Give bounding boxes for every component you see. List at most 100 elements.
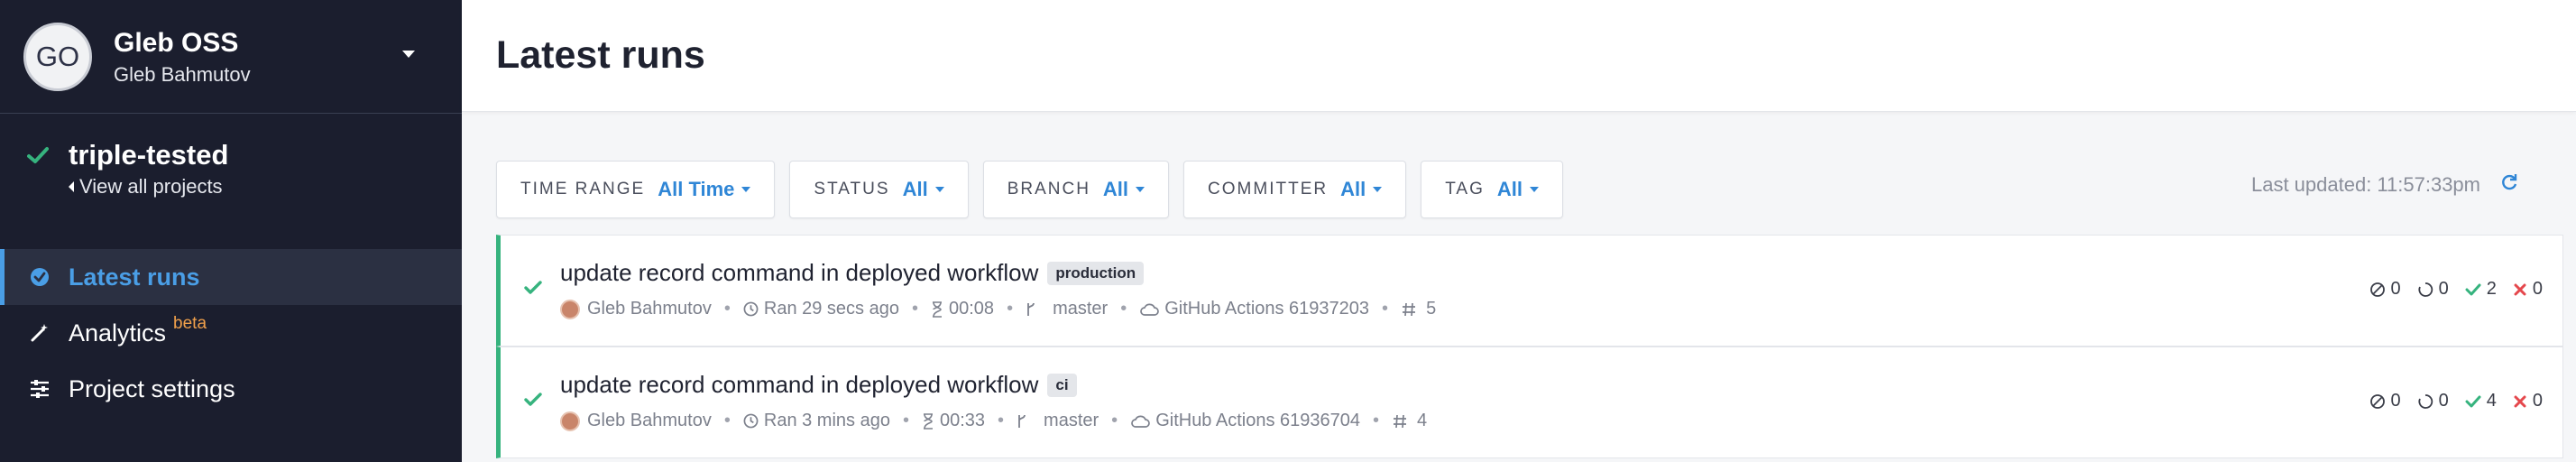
page-header: Latest runs xyxy=(462,0,2576,112)
sidebar: GO Gleb OSS Gleb Bahmutov triple-tested … xyxy=(0,0,462,462)
run-meta: Gleb Bahmutov • Ran 29 secs ago • 00:08 … xyxy=(560,299,1436,319)
hourglass-icon xyxy=(931,300,943,318)
filter-value: All xyxy=(1340,178,1366,200)
run-tag: production xyxy=(1047,261,1145,285)
separator-dot: • xyxy=(1382,299,1389,319)
ci-text: GitHub Actions 61937203 xyxy=(1164,299,1370,319)
caret-down-icon xyxy=(934,187,944,192)
separator-dot: • xyxy=(902,411,909,430)
stat-skipped: 0 xyxy=(2369,279,2401,300)
skipped-count: 0 xyxy=(2390,279,2401,299)
view-all-label: View all projects xyxy=(79,175,223,198)
skipped-count: 0 xyxy=(2390,391,2401,411)
passed-icon xyxy=(2465,283,2481,295)
main-content: Latest runs TIME RANGE All Time STATUS A… xyxy=(462,0,2576,462)
filter-bar: TIME RANGE All Time STATUS All BRANCH Al… xyxy=(496,161,1578,218)
magic-wand-icon xyxy=(27,320,52,346)
ci-text: GitHub Actions 61936704 xyxy=(1155,411,1361,430)
runs-list: update record command in deployed workfl… xyxy=(496,235,2563,458)
filter-label: BRANCH xyxy=(1007,180,1090,199)
filter-status[interactable]: STATUS All xyxy=(789,161,969,218)
stat-pending: 0 xyxy=(2417,391,2449,411)
refresh-icon[interactable] xyxy=(2500,173,2518,197)
failed-icon xyxy=(2514,283,2526,295)
filter-tag[interactable]: TAG All xyxy=(1421,161,1563,218)
run-tag: ci xyxy=(1047,373,1077,397)
caret-left-icon xyxy=(69,181,74,192)
project-name: triple-tested xyxy=(69,139,229,171)
pending-icon xyxy=(2418,393,2433,409)
stat-failed: 0 xyxy=(2513,391,2543,411)
run-title[interactable]: update record command in deployed workfl… xyxy=(560,259,1145,287)
skipped-icon xyxy=(2369,393,2385,409)
caret-down-icon xyxy=(1373,187,1383,192)
run-title[interactable]: update record command in deployed workfl… xyxy=(560,371,1077,399)
hourglass-icon xyxy=(922,412,934,430)
branch-text: master xyxy=(1053,299,1109,319)
passed-icon xyxy=(2465,395,2481,407)
filter-value: All Time xyxy=(658,178,735,200)
stat-skipped: 0 xyxy=(2369,391,2401,411)
sidebar-nav: Latest runs Analytics beta Project setti… xyxy=(0,249,462,417)
commit-message: update record command in deployed workfl… xyxy=(560,371,1039,398)
separator-dot: • xyxy=(1111,411,1118,430)
caret-down-icon[interactable] xyxy=(402,51,415,58)
cloud-icon xyxy=(1130,414,1151,429)
org-text: Gleb OSS Gleb Bahmutov xyxy=(114,27,251,87)
hash-icon xyxy=(1401,301,1417,318)
filter-label: STATUS xyxy=(814,180,890,199)
ran-text: Ran 29 secs ago xyxy=(763,299,899,319)
run-ci: GitHub Actions 61937203 xyxy=(1139,299,1369,319)
pending-count: 0 xyxy=(2438,279,2449,299)
branch-text: master xyxy=(1044,411,1099,430)
separator-dot: • xyxy=(1373,411,1380,430)
caret-down-icon xyxy=(741,187,751,192)
filter-value: All xyxy=(1496,178,1523,200)
check-circle-icon xyxy=(27,264,52,290)
beta-badge: beta xyxy=(173,314,207,333)
clock-icon xyxy=(743,413,759,429)
run-number-text: 4 xyxy=(1417,411,1428,430)
org-name: Gleb OSS xyxy=(114,27,239,58)
check-icon xyxy=(524,393,542,411)
org-user: Gleb Bahmutov xyxy=(114,62,251,86)
failed-count: 0 xyxy=(2532,279,2543,299)
author-name: Gleb Bahmutov xyxy=(587,299,712,319)
separator-dot: • xyxy=(723,299,731,319)
stat-passed: 4 xyxy=(2465,391,2497,411)
skipped-icon xyxy=(2369,282,2385,297)
passed-count: 4 xyxy=(2486,391,2497,411)
pending-count: 0 xyxy=(2438,391,2449,411)
run-stats: 0 0 2 0 xyxy=(2353,279,2543,300)
sliders-icon xyxy=(27,376,52,402)
run-row[interactable]: update record command in deployed workfl… xyxy=(496,235,2563,346)
clock-icon xyxy=(743,301,759,317)
app-root: GO Gleb OSS Gleb Bahmutov triple-tested … xyxy=(0,0,2576,462)
view-all-projects-link[interactable]: View all projects xyxy=(69,175,462,199)
filter-label: COMMITTER xyxy=(1208,180,1329,199)
passed-count: 2 xyxy=(2486,279,2497,299)
run-number-text: 5 xyxy=(1426,299,1437,319)
project-header: triple-tested View all projects xyxy=(0,114,462,249)
stat-passed: 2 xyxy=(2465,279,2497,300)
run-ci: GitHub Actions 61936704 xyxy=(1130,411,1360,431)
filter-branch[interactable]: BRANCH All xyxy=(982,161,1170,218)
last-updated-text: Last updated: 11:57:33pm xyxy=(2250,173,2480,196)
duration-text: 00:33 xyxy=(939,411,986,430)
org-switcher[interactable]: GO Gleb OSS Gleb Bahmutov xyxy=(0,0,462,114)
run-number: 5 xyxy=(1401,299,1436,319)
failed-icon xyxy=(2514,395,2526,407)
failed-count: 0 xyxy=(2532,391,2543,411)
sidebar-item-latest-runs[interactable]: Latest runs xyxy=(0,249,462,305)
avatar xyxy=(560,411,580,431)
sidebar-item-analytics[interactable]: Analytics beta xyxy=(0,305,462,361)
sidebar-item-project-settings[interactable]: Project settings xyxy=(0,361,462,417)
filter-time-range[interactable]: TIME RANGE All Time xyxy=(496,161,776,218)
ran-text: Ran 3 mins ago xyxy=(763,411,890,430)
run-meta: Gleb Bahmutov • Ran 3 mins ago • 00:33 •… xyxy=(560,411,1427,431)
separator-dot: • xyxy=(1120,299,1127,319)
filter-committer[interactable]: COMMITTER All xyxy=(1183,161,1407,218)
pending-icon xyxy=(2418,282,2433,297)
check-icon xyxy=(524,281,542,300)
run-row[interactable]: update record command in deployed workfl… xyxy=(496,346,2563,458)
